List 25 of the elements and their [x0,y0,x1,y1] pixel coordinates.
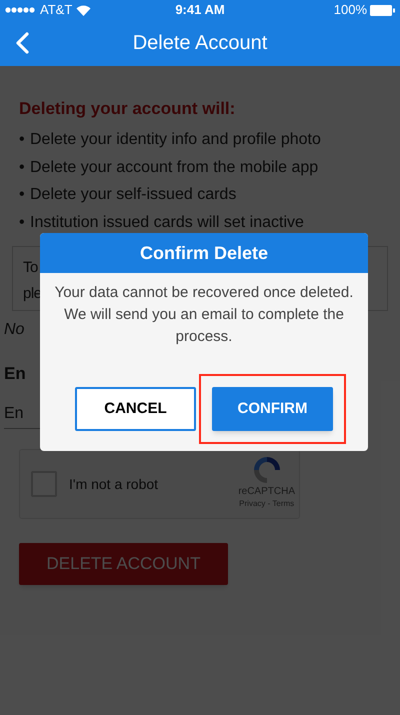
bullet-marker: • [19,158,26,178]
carrier-text: AT&T [40,1,72,20]
battery-text: 100% [334,1,367,20]
bullet-text: Delete your identity info and profile photo [30,130,321,150]
signal-icon [5,7,36,13]
cancel-button[interactable]: CANCEL [75,387,196,431]
bullet-text: Delete your account from the mobile app [30,158,318,178]
bullet-text: Institution issued cards will set inactive [30,212,304,232]
bullet-marker: • [19,130,26,150]
dialog-title: Confirm Delete [40,233,368,273]
screen-title: Delete Account [132,31,268,56]
time-text: 9:41 AM [175,1,225,20]
note-text: No [4,320,24,340]
dialog-message: Your data cannot be recovered once deleted. We will send you an email to complete the process. [54,283,354,347]
battery-icon [370,4,395,16]
bullet-text: Delete your self-issued cards [30,185,236,205]
warning-heading: Deleting your account will: [19,98,236,120]
email-label: En [4,363,26,385]
captcha-label: I'm not a robot [69,474,158,494]
wifi-icon [76,4,92,16]
back-icon [15,32,29,54]
bullet-marker: • [19,185,26,205]
confirm-button[interactable]: CONFIRM [212,387,333,431]
bullet-marker: • [19,212,26,232]
notice-text: To [23,258,38,278]
